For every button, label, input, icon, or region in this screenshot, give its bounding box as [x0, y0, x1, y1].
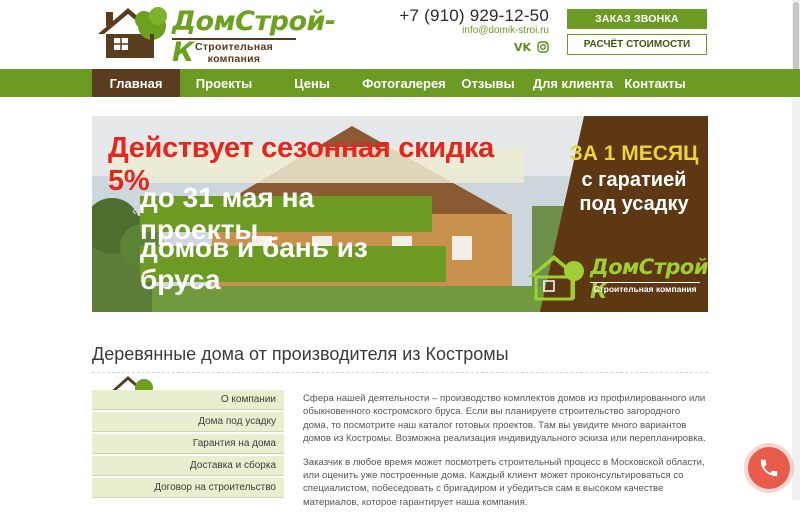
- nav-item-for-client[interactable]: Для клиента: [524, 69, 622, 97]
- sidebar-item-guarantee[interactable]: Гарантия на дома: [92, 434, 284, 454]
- banner-line-discount: Действует сезонная скидка 5%: [108, 132, 524, 197]
- banner-logo-name: ДомСтрой-К: [590, 255, 708, 303]
- banner-logo-subtitle: Строительная компания: [590, 282, 700, 294]
- cost-calculation-button[interactable]: РАСЧЁТ СТОИМОСТИ: [567, 34, 707, 55]
- instagram-icon[interactable]: [537, 41, 549, 53]
- logo-subtitle: Строительная компания: [172, 38, 296, 65]
- banner-line-products: домов и бань из бруса: [140, 232, 446, 295]
- intro-paragraph-2: Заказчик в любое время может посмотреть …: [303, 456, 705, 508]
- callback-button[interactable]: [748, 447, 790, 489]
- banner-line-deadline: до 31 мая на проекты: [140, 182, 432, 245]
- title-divider: [92, 372, 708, 374]
- banner-right-month: ЗА 1 МЕСЯЦ: [569, 142, 699, 165]
- promo-banner[interactable]: Действует сезонная скидка 5% до 31 мая н…: [92, 116, 708, 312]
- nav-item-home[interactable]: Главная: [92, 69, 180, 97]
- site-logo[interactable]: ДомСтрой-К Строительная компания: [92, 4, 336, 68]
- phone-icon: [760, 459, 778, 477]
- sidebar-item-shrinkage[interactable]: Дома под усадку: [92, 412, 284, 432]
- sidebar-menu: О компании Дома под усадку Гарантия на д…: [92, 390, 284, 500]
- intro-paragraph-1: Сфера нашей деятельности – производство …: [303, 393, 706, 445]
- vk-icon[interactable]: VK: [514, 41, 531, 54]
- nav-item-projects[interactable]: Проекты: [180, 69, 268, 97]
- sidebar-item-contract[interactable]: Договор на строительство: [92, 478, 284, 498]
- page-title: Деревянные дома от производителя из Кост…: [92, 344, 509, 364]
- main-nav: Главная Проекты Цены Фотогалерея Отзывы …: [0, 69, 800, 97]
- banner-logo: ДомСтрой-К Строительная компания: [524, 251, 708, 303]
- banner-house-logo-icon: [528, 255, 584, 301]
- phone-number[interactable]: +7 (910) 929-12-50: [399, 6, 549, 26]
- banner-right-guarantee: с гаратией под усадку: [579, 169, 689, 215]
- nav-item-prices[interactable]: Цены: [268, 69, 356, 97]
- sidebar-item-delivery[interactable]: Доставка и сборка: [92, 456, 284, 476]
- order-call-button[interactable]: ЗАКАЗ ЗВОНКА: [567, 9, 707, 29]
- nav-item-gallery[interactable]: Фотогалерея: [356, 69, 452, 97]
- house-logo-icon: [98, 7, 167, 58]
- sidebar-item-about[interactable]: О компании: [92, 390, 284, 410]
- banner-prev-arrow[interactable]: ‹: [132, 202, 142, 218]
- nav-item-reviews[interactable]: Отзывы: [452, 69, 524, 97]
- email-link[interactable]: info@domik-stroi.ru: [462, 25, 549, 36]
- nav-item-contacts[interactable]: Контакты: [622, 69, 688, 97]
- social-links: VK: [514, 40, 549, 54]
